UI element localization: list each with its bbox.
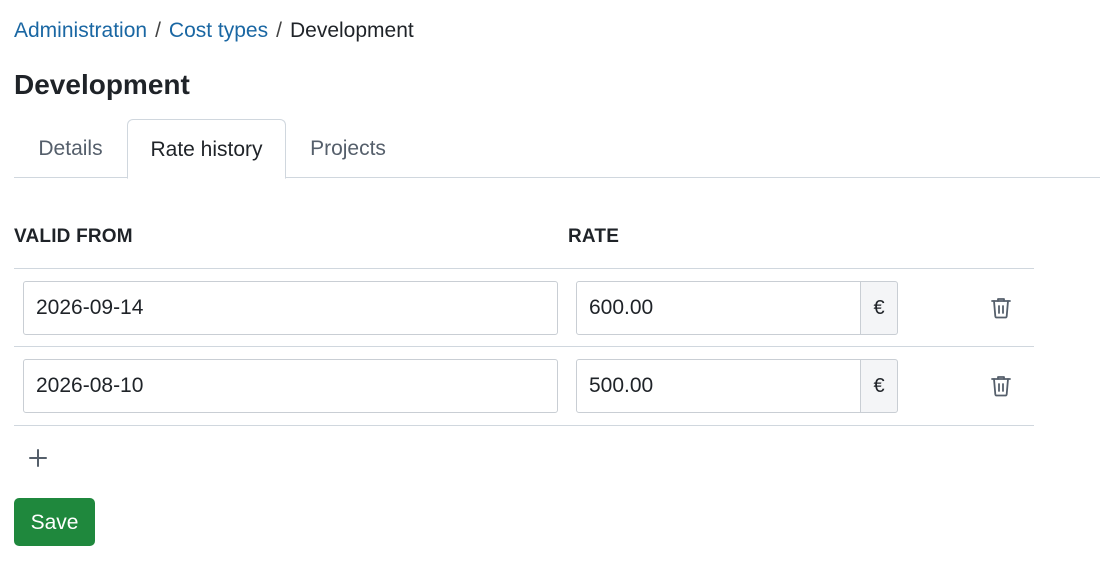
trash-icon — [991, 298, 1011, 319]
currency-addon: € — [860, 281, 898, 335]
currency-addon: € — [860, 359, 898, 413]
divider — [14, 425, 1034, 426]
page-title: Development — [14, 69, 190, 100]
tab-rate-history[interactable]: Rate history — [127, 119, 286, 179]
valid-from-input[interactable] — [23, 359, 558, 413]
rate-input[interactable] — [576, 359, 861, 413]
save-button[interactable]: Save — [14, 498, 95, 546]
tab-bar: Details Rate history Projects — [14, 119, 1100, 179]
breadcrumb-separator: / — [276, 19, 282, 42]
tab-details[interactable]: Details — [14, 119, 127, 178]
breadcrumb-separator: / — [155, 19, 161, 42]
column-header-rate: RATE — [568, 226, 620, 247]
valid-from-input[interactable] — [23, 281, 558, 335]
delete-rate-button[interactable] — [986, 371, 1016, 401]
plus-icon — [29, 449, 47, 467]
page: Administration / Cost types / Developmen… — [0, 0, 1100, 561]
breadcrumb-link-cost-types[interactable]: Cost types — [169, 17, 268, 45]
trash-icon — [991, 376, 1011, 397]
tab-projects[interactable]: Projects — [286, 119, 410, 178]
table-row: € — [14, 347, 1034, 425]
delete-rate-button[interactable] — [986, 293, 1016, 323]
breadcrumb: Administration / Cost types / Developmen… — [14, 17, 414, 45]
breadcrumb-link-administration[interactable]: Administration — [14, 17, 147, 45]
add-rate-button[interactable] — [24, 444, 52, 472]
table-row: € — [14, 269, 1034, 347]
column-header-valid-from: VALID FROM — [14, 226, 133, 247]
rate-input[interactable] — [576, 281, 861, 335]
breadcrumb-current: Development — [289, 19, 414, 42]
